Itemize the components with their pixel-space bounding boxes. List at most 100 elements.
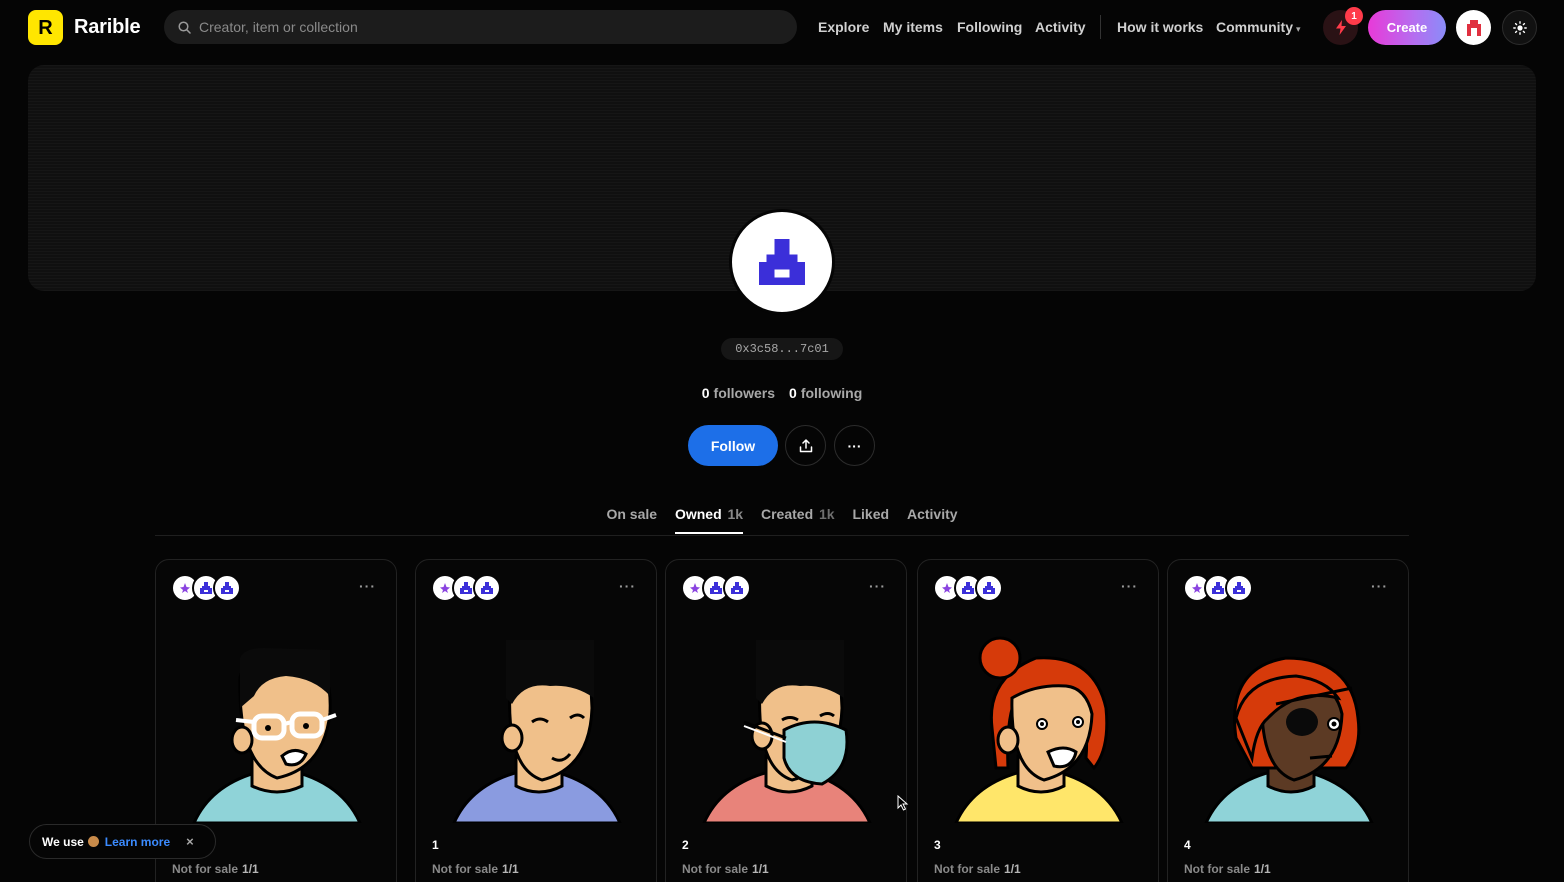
pixel-avatar-icon	[759, 239, 805, 285]
tab-count: 1k	[727, 506, 744, 522]
mouse-cursor-icon	[897, 795, 909, 811]
profile-avatar	[729, 209, 835, 315]
tab-label: On sale	[606, 506, 658, 522]
collection-avatar[interactable]	[473, 574, 501, 602]
followers-count: 0	[701, 385, 710, 401]
sale-status-text: Not for sale	[682, 862, 749, 876]
more-options-button[interactable]: ···	[834, 425, 875, 466]
nft-card[interactable]: ··· 1 Not for sale 1/1	[415, 559, 657, 882]
share-button[interactable]	[785, 425, 826, 466]
nav-community[interactable]: Community ▾	[1216, 19, 1301, 35]
nav-divider	[1100, 15, 1101, 39]
create-button[interactable]: Create	[1368, 10, 1446, 45]
edition-count: 1/1	[1004, 862, 1021, 876]
nav-following[interactable]: Following	[957, 19, 1022, 35]
cookie-banner: We use Learn more ×	[29, 824, 216, 859]
nav-activity[interactable]: Activity	[1035, 19, 1086, 35]
following-link[interactable]: 0 following	[789, 385, 862, 401]
pixel-avatar-icon	[460, 582, 472, 594]
tab-owned[interactable]: Owned 1k	[674, 506, 744, 534]
nav-my-items[interactable]: My items	[883, 19, 943, 35]
brand-name[interactable]: Rarible	[74, 16, 141, 39]
nav-explore[interactable]: Explore	[818, 19, 869, 35]
card-title[interactable]: 1	[432, 838, 439, 852]
pixel-avatar-icon	[731, 582, 743, 594]
follow-button[interactable]: Follow	[688, 425, 778, 466]
nft-card[interactable]: ··· 4 Not for sale 1/1	[1167, 559, 1409, 882]
sale-status-text: Not for sale	[172, 862, 239, 876]
wallet-address[interactable]: 0x3c58...7c01	[721, 338, 843, 360]
sale-status-text: Not for sale	[432, 862, 499, 876]
tab-count: 1k	[819, 506, 835, 522]
card-sale-status: Not for sale 1/1	[682, 862, 769, 876]
creator-icon	[440, 583, 450, 593]
tab-on-sale[interactable]: On sale	[606, 506, 657, 533]
share-icon	[799, 438, 812, 452]
tab-label: Created	[760, 506, 814, 522]
nft-artwork	[1204, 656, 1374, 823]
following-label: following	[800, 385, 863, 401]
card-title[interactable]: 4	[1184, 838, 1191, 852]
pixel-avatar-icon	[962, 582, 974, 594]
edition-count: 1/1	[242, 862, 259, 876]
rarible-logo[interactable]: R	[28, 10, 63, 45]
learn-more-link[interactable]: Learn more	[105, 835, 170, 849]
nft-card[interactable]: ··· 2 Not for sale 1/1	[665, 559, 907, 882]
tabs-divider	[155, 535, 1409, 536]
theme-toggle-button[interactable]	[1502, 10, 1537, 45]
pixel-avatar-icon	[710, 582, 722, 594]
ellipsis-icon: ···	[847, 437, 862, 454]
collection-avatar[interactable]	[1225, 574, 1253, 602]
user-avatar-button[interactable]	[1456, 10, 1491, 45]
edition-count: 1/1	[1254, 862, 1271, 876]
card-sale-status: Not for sale 1/1	[172, 862, 259, 876]
card-menu-button[interactable]: ···	[869, 578, 886, 594]
nft-artwork	[954, 636, 1124, 823]
pixel-avatar-icon	[221, 582, 233, 594]
search-bar[interactable]	[164, 10, 797, 44]
card-sale-status: Not for sale 1/1	[934, 862, 1021, 876]
close-icon[interactable]: ×	[186, 834, 194, 849]
nav-how-it-works[interactable]: How it works	[1117, 19, 1203, 35]
collection-avatar[interactable]	[975, 574, 1003, 602]
tab-created[interactable]: Created 1k	[761, 506, 835, 533]
card-menu-button[interactable]: ···	[619, 578, 636, 594]
follow-stats: 0 followers 0 following	[0, 385, 1564, 401]
pixel-avatar-icon	[983, 582, 995, 594]
top-navigation-bar: R Rarible Explore My items Following Act…	[0, 0, 1564, 54]
tab-activity[interactable]: Activity	[907, 506, 958, 533]
collection-avatar[interactable]	[723, 574, 751, 602]
search-input[interactable]	[199, 19, 759, 35]
profile-tabs: On sale Owned 1k Created 1k Liked Activi…	[0, 506, 1564, 534]
edition-count: 1/1	[752, 862, 769, 876]
followers-label: followers	[713, 385, 776, 401]
nft-card[interactable]: ··· 3 Not for sale 1/1	[917, 559, 1159, 882]
tab-label: Owned	[674, 506, 722, 522]
card-title[interactable]: 2	[682, 838, 689, 852]
card-title[interactable]: 3	[934, 838, 941, 852]
tab-label: Liked	[852, 506, 890, 522]
nft-artwork	[452, 640, 622, 823]
lightning-icon	[1335, 20, 1346, 35]
card-menu-button[interactable]: ···	[1121, 578, 1138, 594]
edition-count: 1/1	[502, 862, 519, 876]
creator-icon	[942, 583, 952, 593]
chevron-down-icon: ▾	[1296, 24, 1301, 34]
creator-icon	[1192, 583, 1202, 593]
card-menu-button[interactable]: ···	[359, 578, 376, 594]
collection-avatar[interactable]	[213, 574, 241, 602]
sale-status-text: Not for sale	[934, 862, 1001, 876]
logo-letter: R	[38, 16, 53, 39]
owner-avatars	[933, 574, 1003, 602]
nav-community-label: Community	[1216, 19, 1293, 35]
cookie-icon	[87, 836, 99, 847]
pixel-avatar-icon	[1212, 582, 1224, 594]
card-menu-button[interactable]: ···	[1371, 578, 1388, 594]
owner-avatars	[681, 574, 751, 602]
card-sale-status: Not for sale 1/1	[1184, 862, 1271, 876]
creator-icon	[690, 583, 700, 593]
cookie-text: We use	[42, 834, 84, 849]
followers-link[interactable]: 0 followers	[702, 385, 775, 401]
search-icon	[178, 20, 191, 34]
tab-liked[interactable]: Liked	[852, 506, 889, 533]
